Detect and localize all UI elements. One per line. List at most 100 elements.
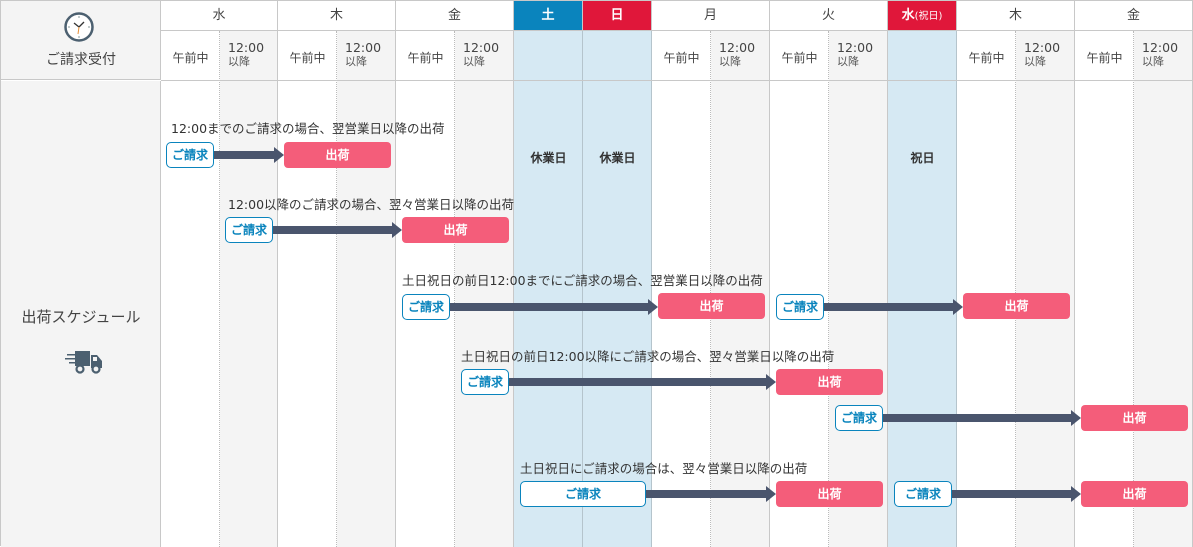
- slot-am-label: 午前中: [1086, 51, 1123, 65]
- am-slot-column: [161, 31, 220, 547]
- day-label: 金: [1126, 8, 1140, 23]
- pm-slot-column: [455, 31, 514, 547]
- offday-label-holiday: 祝日: [910, 151, 935, 165]
- ship-box: 出荷: [776, 481, 883, 507]
- pm-slot-column: [1016, 31, 1075, 547]
- day-header: 水(祝日): [888, 1, 957, 31]
- request-box: ご請求: [835, 405, 883, 431]
- clock-icon: [64, 12, 94, 42]
- reception-label: ご請求受付: [46, 52, 116, 68]
- am-slot-column: [1075, 31, 1134, 547]
- schedule-label: 出荷スケジュール: [21, 308, 141, 326]
- slot-am-label: 午前中: [172, 51, 209, 65]
- slot-pm-sub: 以降: [1142, 55, 1164, 68]
- day-label: 火: [821, 8, 835, 23]
- delivery-truck-icon: [65, 351, 102, 374]
- slot-pm-label: 12:00 以降: [719, 41, 770, 69]
- day-header: 火: [770, 1, 888, 31]
- slot-am-label: 午前中: [781, 51, 818, 65]
- pm-slot-column: [220, 31, 278, 547]
- rule-description: 土日祝日の前日12:00までにご請求の場合、翌営業日以降の出荷: [402, 273, 763, 288]
- arrow: [883, 405, 1081, 431]
- offday-column: [888, 31, 957, 547]
- pm-slot-column: [337, 31, 396, 547]
- rule-description: 12:00以降のご請求の場合、翌々営業日以降の出荷: [228, 197, 515, 212]
- day-header: 金: [1075, 1, 1193, 31]
- ship-box: 出荷: [1081, 405, 1188, 431]
- slot-pm-sub: 以降: [1024, 55, 1046, 68]
- slot-pm-label: 12:00 以降: [228, 41, 278, 69]
- slot-am-label: 午前中: [289, 51, 326, 65]
- ship-box: 出荷: [776, 369, 883, 395]
- slot-pm-label: 12:00 以降: [837, 41, 888, 69]
- slot-pm-time: 12:00: [345, 40, 382, 55]
- slot-pm-label: 12:00 以降: [345, 41, 396, 69]
- rule-description: 土日祝日の前日12:00以降にご請求の場合、翌々営業日以降の出荷: [461, 349, 835, 364]
- day-label: 木: [329, 8, 343, 23]
- day-label: 水: [901, 8, 915, 23]
- day-header: 月: [652, 1, 770, 31]
- slot-am-label: 午前中: [407, 51, 444, 65]
- day-label: 金: [447, 8, 461, 23]
- arrow: [952, 481, 1081, 507]
- ship-box: 出荷: [284, 142, 391, 168]
- arrow: [273, 217, 402, 243]
- row-divider: [161, 80, 1193, 81]
- day-header: 木: [278, 1, 396, 31]
- request-box: ご請求: [402, 294, 450, 320]
- arrow: [509, 369, 776, 395]
- request-box: ご請求: [461, 369, 509, 395]
- schedule-header-cell: 出荷スケジュール: [1, 81, 161, 547]
- request-box: ご請求: [166, 142, 214, 168]
- slot-pm-time: 12:00: [1142, 40, 1179, 55]
- arrow: [646, 481, 776, 507]
- slot-pm-label: 12:00 以降: [463, 41, 514, 69]
- ship-box: 出荷: [1081, 481, 1188, 507]
- slot-pm-label: 12:00 以降: [1142, 41, 1193, 69]
- slot-pm-time: 12:00: [719, 40, 756, 55]
- ship-box: 出荷: [402, 217, 509, 243]
- am-slot-column: [396, 31, 455, 547]
- holiday-tag: (祝日): [914, 11, 943, 22]
- slot-am-label: 午前中: [968, 51, 1005, 65]
- day-header: 日: [583, 1, 652, 31]
- day-header: 土: [514, 1, 583, 31]
- slot-pm-time: 12:00: [463, 40, 500, 55]
- day-label: 木: [1008, 8, 1022, 23]
- slot-pm-time: 12:00: [837, 40, 874, 55]
- slot-pm-sub: 以降: [228, 55, 250, 68]
- offday-label-sun: 休業日: [599, 151, 636, 165]
- day-label: 土: [541, 8, 555, 23]
- slot-pm-time: 12:00: [1024, 40, 1061, 55]
- ship-box: 出荷: [658, 293, 765, 319]
- arrow: [450, 294, 658, 320]
- slot-am-label: 午前中: [663, 51, 700, 65]
- day-label: 日: [610, 8, 624, 23]
- slot-pm-sub: 以降: [463, 55, 485, 68]
- request-box: ご請求: [894, 481, 952, 507]
- pm-slot-column: [829, 31, 888, 547]
- am-slot-column: [278, 31, 337, 547]
- day-label: 水: [212, 8, 226, 23]
- request-box: ご請求: [776, 294, 824, 320]
- arrow: [824, 294, 963, 320]
- am-slot-column: [957, 31, 1016, 547]
- slot-pm-label: 12:00 以降: [1024, 41, 1075, 69]
- ship-box: 出荷: [963, 293, 1070, 319]
- request-box: ご請求: [225, 217, 273, 243]
- day-label: 月: [703, 8, 717, 23]
- slot-pm-sub: 以降: [837, 55, 859, 68]
- rule-description: 12:00までのご請求の場合、翌営業日以降の出荷: [171, 121, 445, 136]
- shipping-schedule-table: ご請求受付 出荷スケジュール 水午前中 12:00 以降木午前中 12:00 以降金午前…: [0, 0, 1193, 547]
- header-divider: [161, 30, 1193, 31]
- day-header: 水: [161, 1, 278, 31]
- reception-header-cell: ご請求受付: [1, 1, 161, 80]
- slot-pm-sub: 以降: [719, 55, 741, 68]
- day-header: 金: [396, 1, 514, 31]
- day-header: 木: [957, 1, 1075, 31]
- slot-pm-time: 12:00: [228, 40, 265, 55]
- arrow: [214, 142, 284, 168]
- request-box: ご請求: [520, 481, 646, 507]
- rule-description: 土日祝日にご請求の場合は、翌々営業日以降の出荷: [520, 461, 808, 476]
- slot-pm-sub: 以降: [345, 55, 367, 68]
